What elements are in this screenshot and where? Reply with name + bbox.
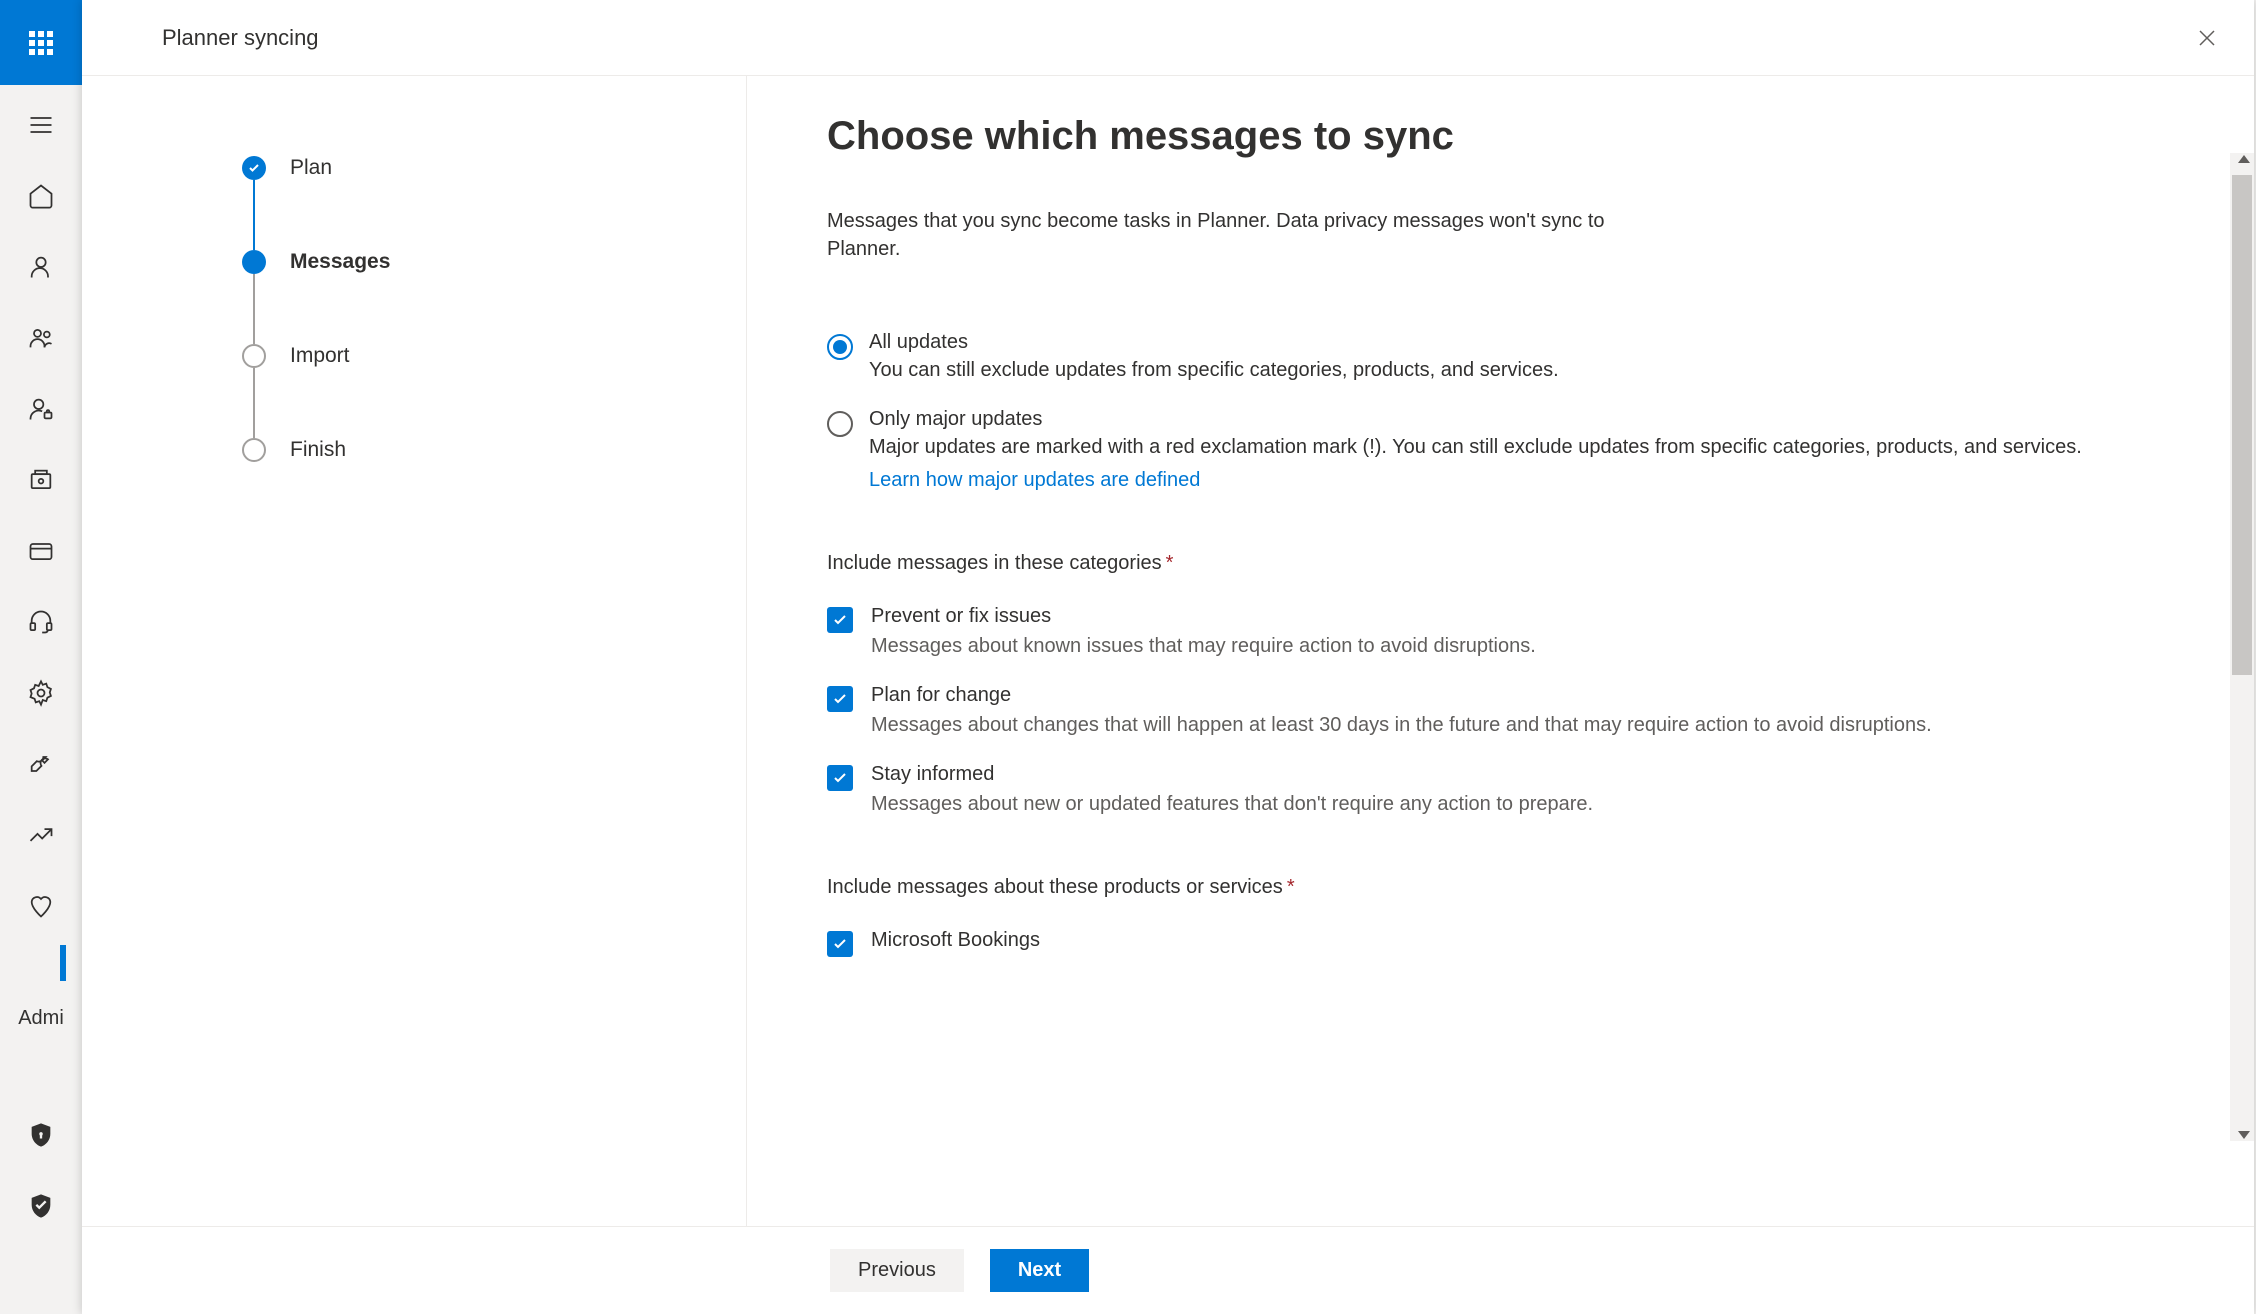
billing-icon[interactable] (26, 536, 56, 566)
admin-centers-label: Admi (18, 1007, 64, 1030)
settings-icon[interactable] (26, 678, 56, 708)
radio-description: Major updates are marked with a red excl… (869, 433, 2084, 461)
products-checkbox-group: Microsoft Bookings (827, 929, 2084, 957)
checkbox-description: Messages about known issues that may req… (871, 632, 2084, 660)
checkbox-stay-informed[interactable]: Stay informed Messages about new or upda… (827, 763, 2084, 818)
checkbox-title: Stay informed (871, 763, 2084, 786)
user-icon[interactable] (26, 252, 56, 282)
checkbox-title: Prevent or fix issues (871, 605, 2084, 628)
modal-header: Planner syncing (82, 0, 2254, 76)
scrollbar-thumb[interactable] (2232, 175, 2252, 675)
next-button[interactable]: Next (990, 1249, 1089, 1292)
radio-major-updates[interactable]: Only major updates Major updates are mar… (827, 408, 2084, 492)
step-label: Plan (290, 156, 332, 180)
checkbox-title: Microsoft Bookings (871, 929, 2084, 952)
checkbox-checked-icon (827, 686, 853, 712)
checkbox-title: Plan for change (871, 684, 2084, 707)
roles-icon[interactable] (26, 394, 56, 424)
active-nav-indicator (60, 945, 66, 981)
waffle-icon (29, 31, 53, 55)
radio-title: All updates (869, 331, 2084, 354)
required-asterisk-icon: * (1166, 552, 1174, 574)
categories-heading: Include messages in these categories* (827, 552, 2084, 575)
checkbox-description: Messages about changes that will happen … (871, 711, 2084, 739)
checkbox-checked-icon (827, 607, 853, 633)
menu-icon[interactable] (26, 110, 56, 140)
wizard-step-finish[interactable]: Finish (242, 438, 746, 462)
app-launcher-button[interactable] (0, 0, 82, 85)
left-nav-rail: Admi (0, 85, 82, 1314)
step-label: Finish (290, 438, 346, 462)
modal-body: Plan Messages Import Finish Choose which… (82, 76, 2254, 1226)
modal-footer: Previous Next (82, 1226, 2254, 1314)
page-title: Choose which messages to sync (827, 114, 2084, 159)
planner-syncing-modal: Planner syncing Plan Messages I (82, 0, 2254, 1314)
checkbox-plan-for-change[interactable]: Plan for change Messages about changes t… (827, 684, 2084, 739)
scroll-arrow-up-icon (2238, 155, 2250, 163)
step-marker-active-icon (242, 250, 266, 274)
close-button[interactable] (2192, 23, 2222, 53)
home-icon[interactable] (26, 181, 56, 211)
wizard-step-nav: Plan Messages Import Finish (82, 76, 747, 1226)
radio-all-updates[interactable]: All updates You can still exclude update… (827, 331, 2084, 384)
modal-title: Planner syncing (162, 25, 319, 51)
required-asterisk-icon: * (1287, 876, 1295, 898)
checkbox-checked-icon (827, 931, 853, 957)
close-icon (2197, 28, 2217, 48)
checkbox-checked-icon (827, 765, 853, 791)
teams-icon[interactable] (26, 323, 56, 353)
content-scroll-area: Choose which messages to sync Messages t… (747, 76, 2254, 1226)
wizard-step-import[interactable]: Import (242, 344, 746, 438)
checkbox-prevent-fix-issues[interactable]: Prevent or fix issues Messages about kno… (827, 605, 2084, 660)
radio-marker-checked-icon (827, 334, 853, 360)
radio-marker-unchecked-icon (827, 411, 853, 437)
checkbox-microsoft-bookings[interactable]: Microsoft Bookings (827, 929, 2084, 957)
radio-title: Only major updates (869, 408, 2084, 431)
scroll-arrow-down-icon (2238, 1131, 2250, 1139)
security-icon[interactable] (26, 1120, 56, 1150)
support-icon[interactable] (26, 607, 56, 637)
wizard-step-messages[interactable]: Messages (242, 250, 746, 344)
update-scope-radio-group: All updates You can still exclude update… (827, 331, 2084, 492)
step-marker-upcoming-icon (242, 344, 266, 368)
step-marker-completed-icon (242, 156, 266, 180)
checkbox-description: Messages about new or updated features t… (871, 790, 2084, 818)
setup-icon[interactable] (26, 749, 56, 779)
step-label: Import (290, 344, 350, 368)
products-heading: Include messages about these products or… (827, 876, 2084, 899)
categories-checkbox-group: Prevent or fix issues Messages about kno… (827, 605, 2084, 818)
step-marker-upcoming-icon (242, 438, 266, 462)
health-icon[interactable] (26, 891, 56, 921)
step-label: Messages (290, 250, 390, 274)
resources-icon[interactable] (26, 465, 56, 495)
page-description: Messages that you sync become tasks in P… (827, 207, 1627, 263)
learn-major-updates-link[interactable]: Learn how major updates are defined (869, 469, 1200, 492)
radio-description: You can still exclude updates from speci… (869, 356, 2084, 384)
reports-icon[interactable] (26, 820, 56, 850)
previous-button[interactable]: Previous (830, 1249, 964, 1292)
scrollbar-track[interactable] (2230, 153, 2254, 1141)
compliance-icon[interactable] (26, 1191, 56, 1221)
wizard-step-plan[interactable]: Plan (242, 156, 746, 250)
